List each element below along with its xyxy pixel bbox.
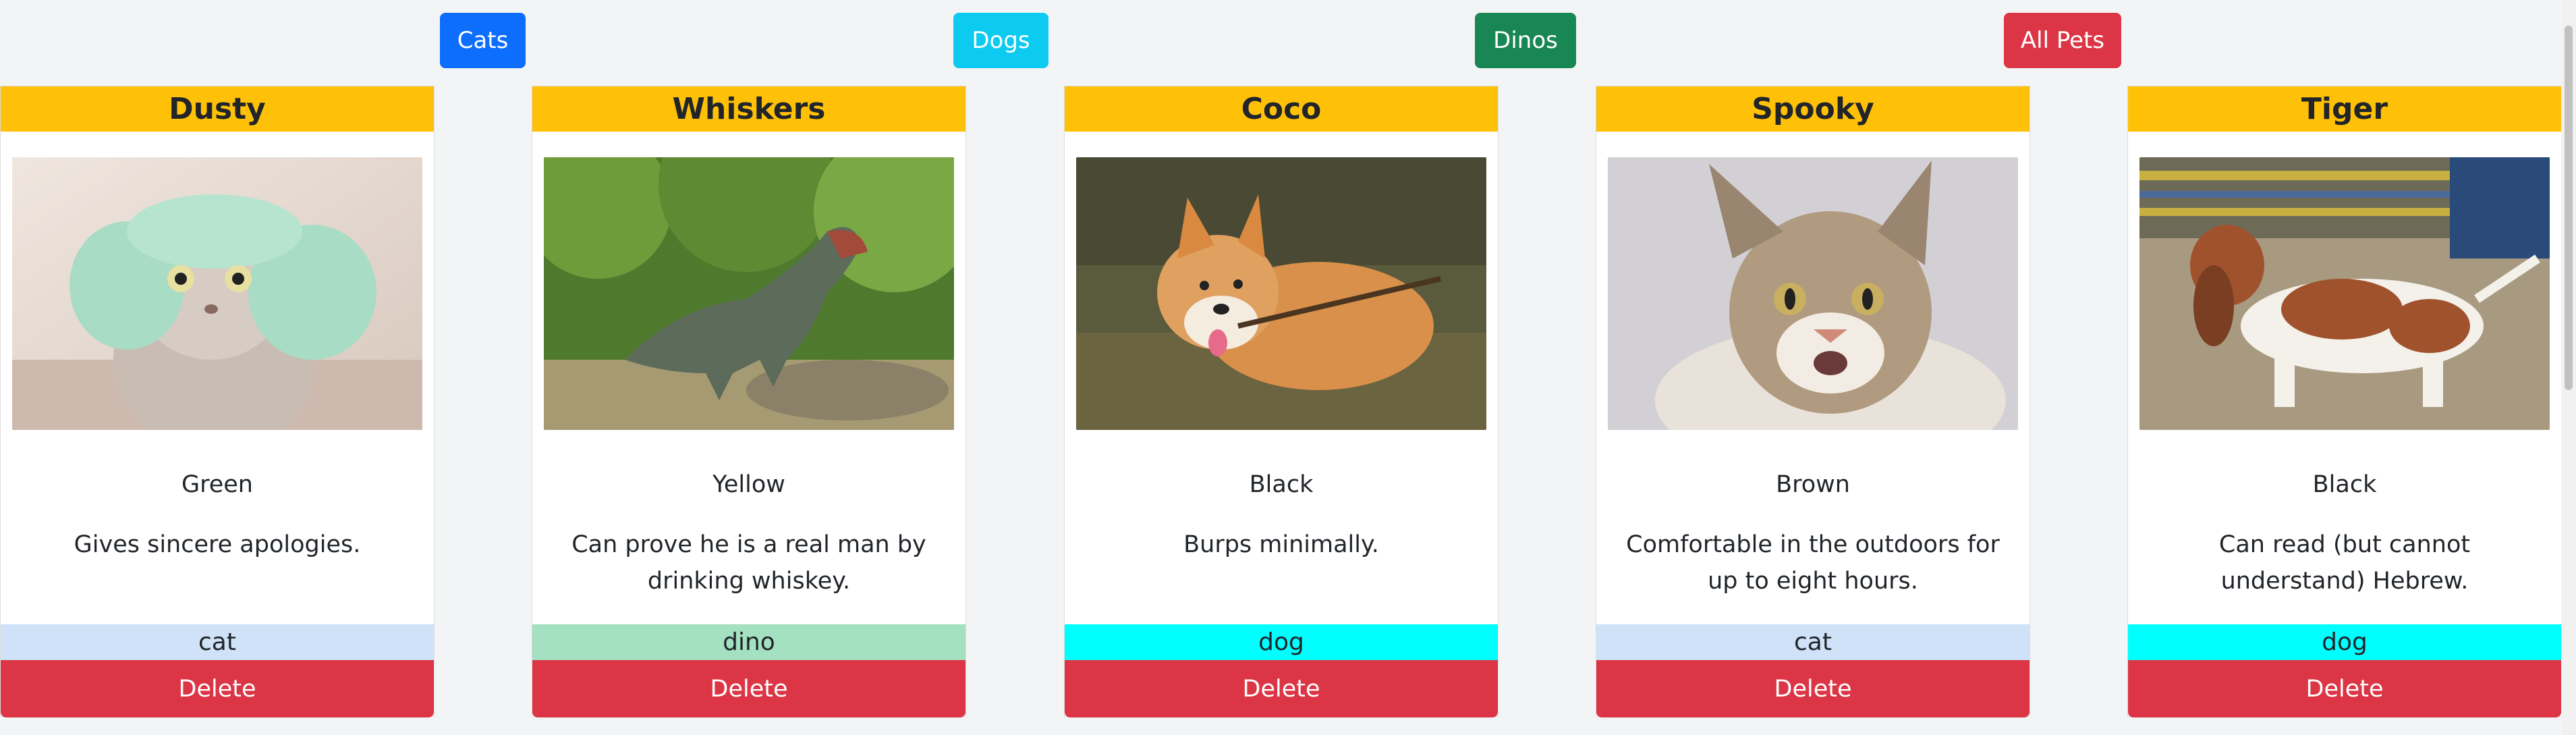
delete-button[interactable]: Delete — [1065, 660, 1498, 717]
pet-type-badge: cat — [1596, 624, 2029, 660]
pet-description: Can read (but cannot understand) Hebrew. — [2218, 531, 2471, 595]
pet-card: Spooky Brown Comfortable in the outdoors… — [1596, 86, 2030, 717]
pet-color: Black — [2312, 471, 2377, 498]
delete-button[interactable]: Delete — [1, 660, 434, 717]
pet-description: Burps minimally. — [1183, 531, 1379, 558]
pet-image — [2139, 157, 2550, 430]
delete-button[interactable]: Delete — [2128, 660, 2561, 717]
pet-color: Black — [1249, 471, 1314, 498]
pet-description: Can prove he is a real man by drinking w… — [571, 531, 926, 595]
pet-color: Yellow — [712, 471, 785, 498]
pet-card: Dusty Green Gives sincere apologies. cat… — [0, 86, 435, 717]
pet-image — [1608, 157, 2018, 430]
dogs-filter-button[interactable]: Dogs — [953, 13, 1048, 68]
pet-name: Coco — [1065, 86, 1498, 132]
pet-description: Gives sincere apologies. — [74, 531, 361, 558]
pet-card: Tiger Black Can read (but cannot underst… — [2127, 86, 2562, 717]
pet-type-badge: dog — [1065, 624, 1498, 660]
all-pets-filter-button[interactable]: All Pets — [2004, 13, 2121, 68]
pet-image — [12, 157, 422, 430]
pet-name: Spooky — [1596, 86, 2029, 132]
pet-name: Tiger — [2128, 86, 2561, 132]
pet-description: Comfortable in the outdoors for up to ei… — [1626, 531, 2000, 595]
cats-filter-button[interactable]: Cats — [440, 13, 526, 68]
pet-type-badge: dino — [532, 624, 965, 660]
pet-color: Brown — [1776, 471, 1850, 498]
pet-type-badge: cat — [1, 624, 434, 660]
dinos-filter-button[interactable]: Dinos — [1475, 13, 1576, 68]
pet-image — [544, 157, 954, 430]
delete-button[interactable]: Delete — [1596, 660, 2029, 717]
pet-color: Green — [181, 471, 253, 498]
page-scrollbar[interactable] — [2561, 0, 2576, 735]
pet-type-badge: dog — [2128, 624, 2561, 660]
pet-image — [1076, 157, 1486, 430]
pet-card: Whiskers Yellow Can prove he is a real m… — [532, 86, 966, 717]
pet-name: Dusty — [1, 86, 434, 132]
pet-card: Coco Black Burps minimally. dog Delete — [1064, 86, 1499, 717]
pet-name: Whiskers — [532, 86, 965, 132]
scrollbar-thumb[interactable] — [2565, 26, 2573, 390]
delete-button[interactable]: Delete — [532, 660, 965, 717]
